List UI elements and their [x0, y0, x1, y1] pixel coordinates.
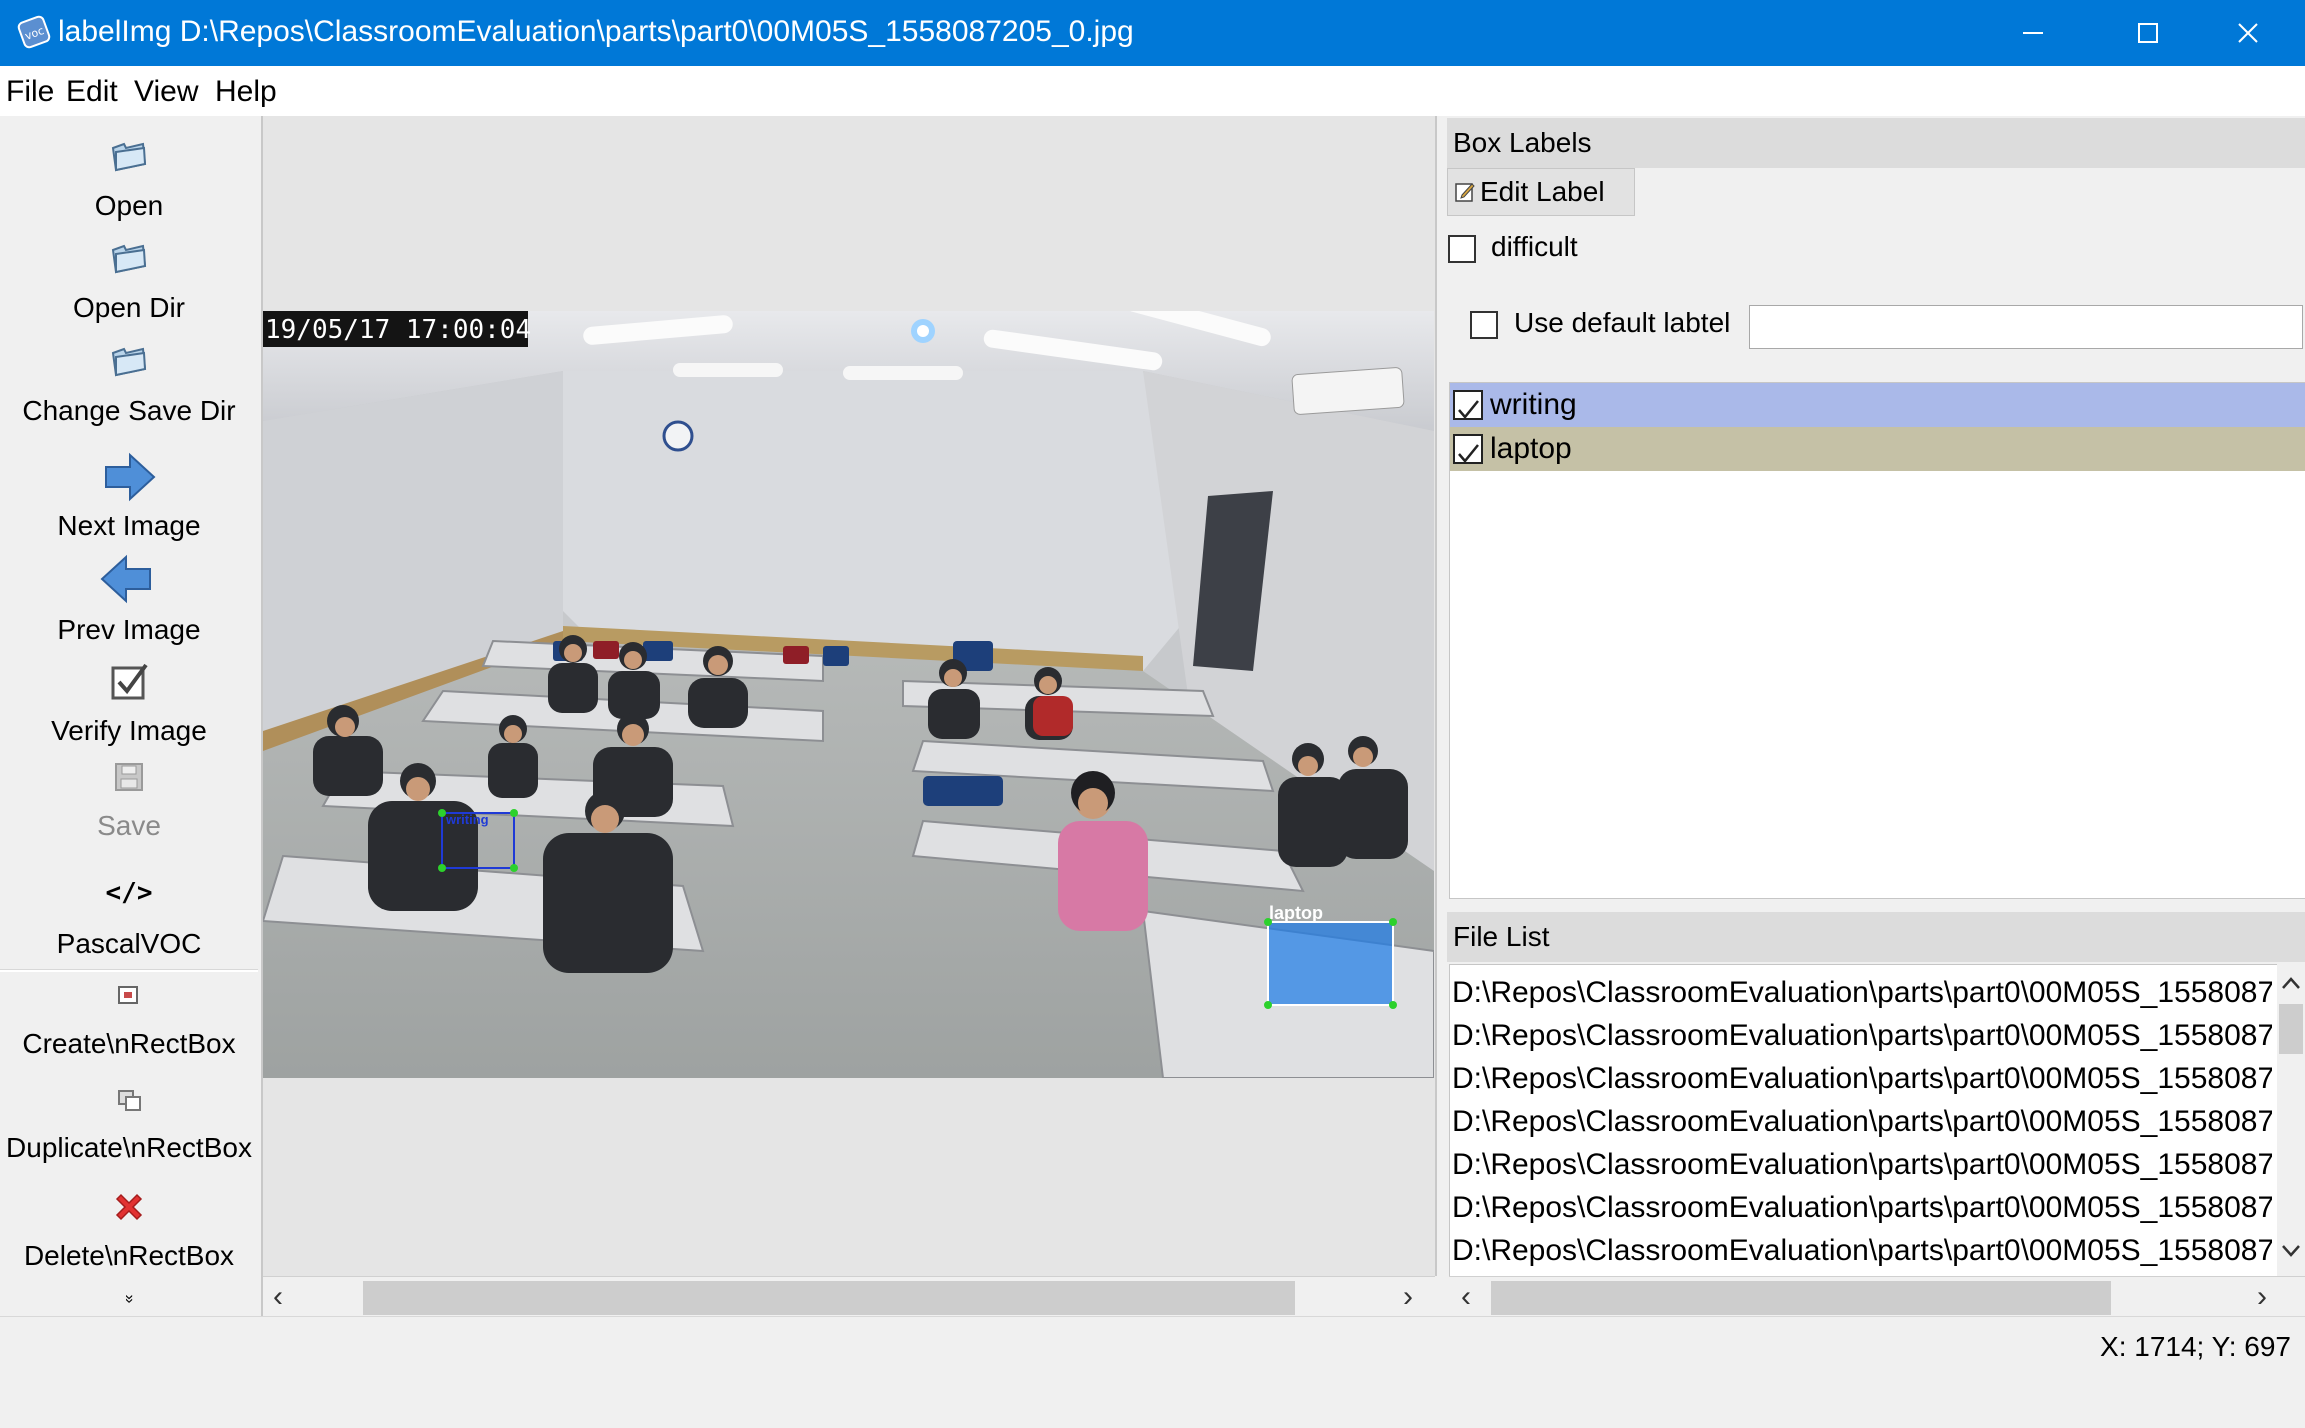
- use-default-label-text: Use default labtel: [1514, 307, 1731, 338]
- window-title: labelImg D:\Repos\ClassroomEvaluation\pa…: [58, 14, 1134, 50]
- arrow-right-icon: [105, 452, 156, 502]
- label-text: writing: [1490, 388, 1577, 421]
- folder-icon: [111, 347, 147, 377]
- duplicate-rectbox-label: Duplicate\nRectBox: [6, 1132, 252, 1163]
- menu-file[interactable]: File: [6, 74, 54, 110]
- file-list-item[interactable]: D:\Repos\ClassroomEvaluation\parts\part0…: [1452, 971, 2272, 1014]
- prev-image-button[interactable]: Prev Image: [0, 552, 258, 645]
- file-list-item[interactable]: D:\Repos\ClassroomEvaluation\parts\part0…: [1452, 1229, 2272, 1272]
- verify-image-button[interactable]: Verify Image: [0, 660, 258, 752]
- floppy-icon: [115, 763, 143, 791]
- chevron-up-icon[interactable]: [2281, 976, 2301, 990]
- menu-view[interactable]: View: [134, 74, 198, 110]
- close-button[interactable]: [2190, 0, 2305, 66]
- label-text: laptop: [1490, 432, 1572, 465]
- maximize-button[interactable]: [2090, 0, 2205, 66]
- label-visibility-checkbox[interactable]: [1453, 434, 1483, 464]
- label-list[interactable]: writing laptop: [1449, 382, 2305, 899]
- default-label-input[interactable]: [1749, 305, 2303, 349]
- next-image-label: Next Image: [57, 510, 201, 541]
- edit-icon: [1455, 183, 1475, 202]
- label-list-item[interactable]: laptop: [1450, 427, 2305, 471]
- rect-icon: [118, 986, 138, 1004]
- open-label: Open: [94, 190, 164, 221]
- scroll-left-icon[interactable]: ‹: [273, 1277, 283, 1317]
- folder-icon: [111, 244, 147, 274]
- scrollbar-thumb[interactable]: [1491, 1281, 2111, 1315]
- status-bar: X: 1714; Y: 697: [0, 1316, 2305, 1367]
- checkbox-icon: [111, 663, 148, 700]
- file-list-vertical-scrollbar[interactable]: [2277, 964, 2305, 1276]
- chevron-down-icon[interactable]: [2281, 1244, 2301, 1258]
- create-rectbox-button[interactable]: Create\nRectBox: [0, 980, 258, 1072]
- save-label: Save: [97, 810, 161, 841]
- label-list-item[interactable]: writing: [1450, 383, 2305, 427]
- file-list[interactable]: D:\Repos\ClassroomEvaluation\parts\part0…: [1449, 964, 2305, 1278]
- copy-icon: [118, 1090, 141, 1111]
- file-list-item[interactable]: D:\Repos\ClassroomEvaluation\parts\part0…: [1452, 1014, 2272, 1057]
- toolbar-separator: [0, 969, 258, 972]
- next-image-button[interactable]: Next Image: [0, 448, 258, 541]
- file-list-item[interactable]: D:\Repos\ClassroomEvaluation\parts\part0…: [1452, 1143, 2272, 1186]
- app-name: labelImg: [58, 15, 172, 48]
- file-list-item[interactable]: D:\Repos\ClassroomEvaluation\parts\part0…: [1452, 1100, 2272, 1143]
- file-list-title: File List: [1447, 912, 2305, 962]
- save-button[interactable]: Save: [0, 760, 258, 850]
- scroll-right-icon[interactable]: ›: [1403, 1277, 1413, 1317]
- change-save-dir-label: Change Save Dir: [22, 395, 236, 426]
- file-list-item[interactable]: D:\Repos\ClassroomEvaluation\parts\part0…: [1452, 1057, 2272, 1100]
- cursor-coordinates: X: 1714; Y: 697: [2100, 1331, 2291, 1362]
- close-icon: [2237, 23, 2258, 43]
- difficult-checkbox[interactable]: [1448, 235, 1476, 263]
- app-icon: voc: [17, 15, 51, 49]
- label-visibility-checkbox[interactable]: [1453, 390, 1483, 420]
- format-label: PascalVOC: [56, 928, 202, 959]
- open-dir-label: Open Dir: [72, 292, 186, 323]
- create-rectbox-label: Create\nRectBox: [22, 1028, 236, 1059]
- edit-label-text: Edit Label: [1480, 176, 1605, 207]
- edit-label-button[interactable]: Edit Label: [1447, 168, 1635, 216]
- format-button[interactable]: </> PascalVOC: [0, 874, 258, 966]
- open-button[interactable]: Open: [0, 130, 258, 222]
- open-dir-button[interactable]: Open Dir: [0, 232, 258, 324]
- menu-bar: File Edit View Help: [0, 66, 2305, 116]
- folder-icon: [111, 142, 147, 172]
- checkmark-icon: [1458, 400, 1479, 419]
- arrow-left-icon: [100, 554, 151, 604]
- checkmark-icon: [1458, 444, 1479, 463]
- verify-image-label: Verify Image: [51, 715, 207, 746]
- duplicate-rectbox-button[interactable]: Duplicate\nRectBox: [0, 1084, 258, 1176]
- scroll-right-icon[interactable]: ›: [2257, 1277, 2267, 1317]
- prev-image-label: Prev Image: [57, 614, 201, 645]
- toolbar-overflow-button[interactable]: »: [0, 1290, 258, 1314]
- menu-help[interactable]: Help: [215, 74, 277, 110]
- classroom-image[interactable]: 19/05/17 17:00:04 writing laptop: [263, 311, 1434, 1078]
- change-save-dir-button[interactable]: Change Save Dir: [0, 335, 258, 427]
- difficult-label: difficult: [1491, 231, 1578, 262]
- scrollbar-thumb[interactable]: [2279, 1004, 2303, 1054]
- bbox-label: laptop: [1269, 903, 1323, 923]
- bbox-label: writing: [445, 812, 489, 827]
- menu-edit[interactable]: Edit: [66, 74, 118, 110]
- use-default-label-checkbox[interactable]: [1470, 311, 1498, 339]
- code-icon: </>: [105, 878, 153, 908]
- chevron-more-icon: »: [121, 1294, 138, 1304]
- canvas-horizontal-scrollbar[interactable]: ‹ ›: [263, 1276, 1435, 1317]
- minimize-button[interactable]: [1975, 0, 2090, 66]
- file-list-horizontal-scrollbar[interactable]: ‹ ›: [1449, 1276, 2305, 1317]
- maximize-icon: [2137, 23, 2158, 43]
- file-path: D:\Repos\ClassroomEvaluation\parts\part0…: [179, 15, 1134, 48]
- title-bar: voc labelImg D:\Repos\ClassroomEvaluatio…: [0, 0, 2305, 66]
- file-list-item[interactable]: D:\Repos\ClassroomEvaluation\parts\part0…: [1452, 1186, 2272, 1229]
- scrollbar-thumb[interactable]: [363, 1281, 1295, 1315]
- minimize-icon: [2022, 32, 2043, 34]
- image-timestamp: 19/05/17 17:00:04: [265, 315, 531, 345]
- scroll-left-icon[interactable]: ‹: [1461, 1277, 1471, 1317]
- box-labels-title: Box Labels: [1447, 118, 2305, 168]
